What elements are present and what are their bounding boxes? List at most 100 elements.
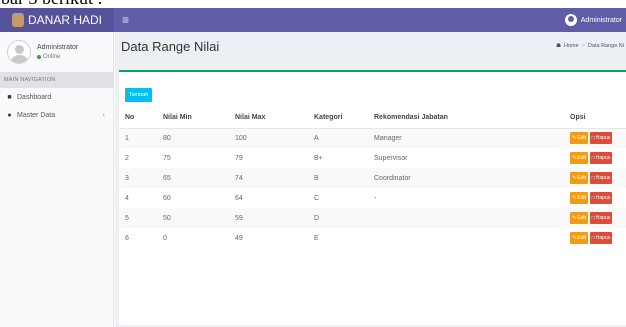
user-avatar-icon	[564, 14, 577, 26]
navbar: ≡ Administrator	[114, 8, 626, 32]
delete-button[interactable]: □ Hapus	[590, 152, 612, 164]
page-title: Data Range Nilai	[121, 38, 220, 54]
avatar	[7, 40, 31, 64]
user-status: Online	[37, 54, 78, 60]
table-row: 5 50 59 D ✎ Edit □ Hapus	[119, 208, 626, 228]
cell-max: 49	[235, 234, 243, 242]
main-content: Data Range Nilai ☗ Home > Data Range Ni …	[115, 32, 626, 327]
pencil-icon: ✎	[572, 215, 577, 221]
online-dot-icon	[37, 55, 41, 59]
cell-jabatan	[368, 228, 564, 248]
edit-label: Edit	[577, 215, 586, 221]
pencil-icon: ✎	[572, 195, 577, 201]
edit-button[interactable]: ✎ Edit	[570, 172, 588, 184]
sidebar-item-master-data[interactable]: ● Master Data ‹	[0, 106, 113, 124]
breadcrumb-home[interactable]: Home	[564, 43, 579, 49]
sidebar-item-dashboard[interactable]: ■ Dashboard	[0, 88, 113, 106]
cell-min: 65	[163, 174, 171, 182]
cell-min: 0	[163, 234, 167, 242]
cell-no: 5	[125, 214, 129, 222]
delete-button[interactable]: □ Hapus	[590, 212, 612, 224]
column-header: Opsi	[564, 108, 626, 129]
delete-button[interactable]: □ Hapus	[590, 172, 612, 184]
pencil-icon: ✎	[572, 135, 577, 142]
cell-min: 75	[163, 154, 171, 162]
add-button[interactable]: Tambah	[125, 88, 152, 102]
delete-label: Hapus	[595, 195, 611, 201]
edit-button[interactable]: ✎ Edit	[570, 192, 588, 204]
user-status-label: Online	[43, 54, 61, 60]
table-row: 2 75 79 B+ Supervisor ✎ Edit □ Hapus	[119, 148, 626, 168]
brand-logo[interactable]: DANAR HADI	[0, 8, 114, 32]
delete-label: Hapus	[595, 235, 611, 241]
trash-icon: □	[591, 175, 595, 181]
cell-no: 4	[125, 194, 129, 202]
pencil-icon: ✎	[572, 235, 577, 241]
cell-no: 6	[125, 234, 129, 242]
cell-no: 2	[125, 154, 129, 162]
content-header: Data Range Nilai ☗ Home > Data Range Ni	[115, 32, 626, 60]
cell-jabatan: -	[374, 194, 377, 202]
column-header: No	[119, 108, 157, 129]
cell-max: 100	[235, 134, 247, 142]
cell-jabatan: Coordinator	[374, 174, 411, 182]
delete-label: Hapus	[595, 215, 611, 221]
delete-button[interactable]: □ Hapus	[590, 192, 612, 204]
chevron-left-icon: ‹	[102, 111, 105, 119]
trash-icon: □	[591, 195, 595, 201]
sidebar-item-label: Master Data	[17, 111, 56, 119]
edit-label: Edit	[577, 195, 586, 201]
table-row: 6 0 49 E ✎ Edit □ Hapus	[119, 228, 626, 248]
cell-min: 60	[163, 194, 171, 202]
hamburger-icon[interactable]: ≡	[122, 13, 132, 27]
document-caption: bar 3 berikut :	[0, 0, 626, 8]
box-header: Tambah	[119, 72, 626, 110]
data-box: Tambah No Nilai Min Nilai Max Kategori R…	[119, 70, 626, 325]
cell-max: 74	[235, 174, 243, 182]
cell-kategori: A	[314, 134, 319, 142]
cell-kategori: C	[314, 194, 320, 202]
user-menu[interactable]: Administrator	[564, 8, 622, 32]
edit-button[interactable]: ✎ Edit	[570, 132, 588, 145]
trash-icon: □	[591, 235, 595, 241]
cell-no: 1	[125, 134, 129, 142]
column-header: Kategori	[308, 108, 368, 129]
table-row: 4 60 64 C - ✎ Edit □ Hapus	[119, 188, 626, 208]
cell-no: 3	[125, 174, 129, 182]
column-header: Rekomendasi Jabatan	[368, 108, 564, 129]
cell-kategori: D	[314, 214, 320, 222]
pencil-icon: ✎	[572, 175, 577, 181]
breadcrumb: ☗ Home > Data Range Ni	[556, 43, 624, 49]
breadcrumb-separator: >	[581, 43, 585, 49]
circle-icon: ●	[7, 111, 12, 119]
cell-jabatan: Supervisor	[374, 154, 408, 162]
home-icon: ☗	[556, 43, 562, 49]
cell-min: 50	[163, 214, 171, 222]
cell-jabatan	[368, 208, 564, 228]
cell-max: 64	[235, 194, 243, 202]
sidebar-item-label: Dashboard	[17, 93, 52, 101]
delete-label: Hapus	[595, 175, 611, 181]
edit-label: Edit	[577, 135, 586, 142]
nav-header: MAIN NAVIGATION	[0, 72, 113, 88]
edit-button[interactable]: ✎ Edit	[570, 232, 588, 244]
cell-max: 59	[235, 214, 243, 222]
cell-kategori: B	[314, 174, 319, 182]
delete-button[interactable]: □ Hapus	[590, 132, 612, 145]
cell-jabatan: Manager	[374, 134, 402, 142]
range-table: No Nilai Min Nilai Max Kategori Rekomend…	[119, 108, 626, 248]
trash-icon: □	[591, 155, 595, 161]
cell-max: 79	[235, 154, 243, 162]
trash-icon: □	[591, 215, 595, 221]
sidebar-user-name: Administrator	[37, 44, 79, 51]
edit-label: Edit	[577, 175, 586, 181]
edit-button[interactable]: ✎ Edit	[570, 212, 588, 224]
edit-button[interactable]: ✎ Edit	[570, 152, 588, 164]
screenshot-frame: bar 3 berikut : DANAR HADI ≡ Administrat…	[0, 0, 626, 327]
edit-label: Edit	[577, 235, 586, 241]
dashboard-icon: ■	[7, 93, 12, 101]
user-panel: Administrator Online	[0, 32, 113, 72]
delete-button[interactable]: □ Hapus	[590, 232, 612, 244]
sidebar: Administrator Online MAIN NAVIGATION ■ D…	[0, 32, 114, 327]
table-row: 1 80 100 A Manager ✎ Edit □ Hapus	[119, 128, 626, 148]
